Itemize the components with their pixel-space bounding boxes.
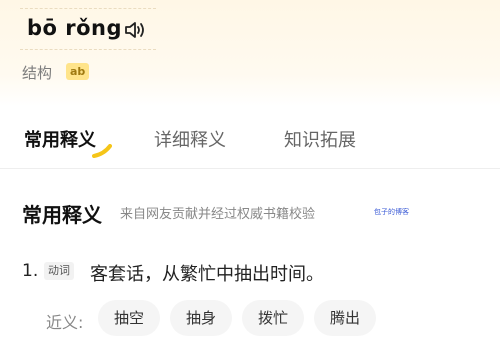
section-title: 常用释义 bbox=[22, 203, 102, 227]
synonym-chip[interactable]: 拨忙 bbox=[242, 300, 304, 336]
definition-number: 1. bbox=[22, 261, 39, 281]
tab-detailed-meaning[interactable]: 详细释义 bbox=[154, 126, 226, 152]
structure-badge: ab bbox=[66, 63, 90, 80]
speaker-icon[interactable] bbox=[124, 19, 148, 41]
structure-label: 结构 bbox=[22, 64, 53, 82]
watermark: 包子的博客 bbox=[374, 208, 409, 216]
divider bbox=[0, 168, 500, 169]
tab-active-indicator bbox=[92, 144, 112, 158]
synonym-chip[interactable]: 腾出 bbox=[314, 300, 376, 336]
section-source: 来自网友贡献并经过权威书籍校验 bbox=[120, 207, 316, 222]
tab-common-meaning[interactable]: 常用释义 bbox=[24, 126, 96, 152]
synonyms-label: 近义: bbox=[46, 313, 84, 332]
synonym-chip[interactable]: 抽空 bbox=[98, 300, 160, 336]
synonym-chip[interactable]: 抽身 bbox=[170, 300, 232, 336]
definition-text: 客套话，从繁忙中抽出时间。 bbox=[90, 264, 324, 285]
part-of-speech-badge: 动词 bbox=[44, 262, 74, 280]
tab-knowledge[interactable]: 知识拓展 bbox=[284, 126, 356, 152]
pinyin-text: bō rǒng bbox=[27, 16, 123, 40]
